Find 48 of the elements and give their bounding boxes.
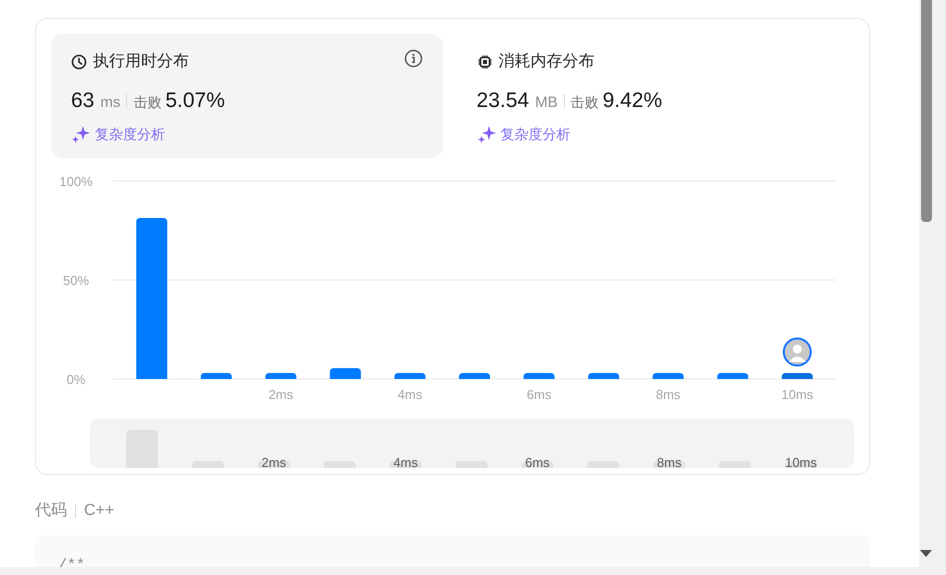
x-axis-label: 8ms [656, 387, 680, 402]
clock-icon [71, 54, 87, 70]
chart-bar[interactable] [524, 373, 555, 379]
navigator-label: 2ms [262, 455, 286, 468]
chart-bar[interactable] [652, 373, 684, 379]
range-navigator[interactable]: 2ms 4ms 6ms 8ms 10ms [90, 419, 854, 468]
scrollbar-thumb[interactable] [921, 0, 932, 222]
navigator-label: 4ms [393, 455, 418, 468]
complexity-analysis-link[interactable]: 复杂度分析 [500, 124, 571, 144]
chart-bar[interactable] [200, 373, 232, 379]
x-axis-label: 2ms [268, 387, 294, 402]
vertical-scrollbar[interactable] [919, 0, 946, 575]
x-axis-label: 6ms [526, 387, 552, 402]
complexity-analysis-link[interactable]: 复杂度分析 [95, 124, 165, 144]
chart-bar[interactable] [394, 373, 426, 379]
chart-bar[interactable] [782, 373, 813, 379]
sparkle-icon [71, 124, 90, 144]
chart-bar[interactable] [459, 373, 490, 379]
avatar-icon [782, 338, 812, 366]
x-axis-label: 4ms [398, 387, 422, 402]
y-axis-label: 100% [59, 174, 93, 189]
metric-unit: ms [100, 93, 120, 113]
chip-icon [476, 54, 493, 70]
info-icon[interactable] [404, 49, 423, 68]
language-label: C++ [84, 501, 114, 521]
sparkle-icon [476, 124, 496, 144]
stat-panel[interactable]: 执行用时分布 63 ms 击败 5.07% 复杂度分析 [51, 34, 443, 158]
beats-value: 9.42% [602, 88, 662, 114]
chart-bar[interactable] [265, 373, 296, 379]
beats-label: 击败 [570, 93, 599, 112]
y-axis-label: 50% [62, 273, 90, 288]
metric-unit: MB [535, 93, 558, 113]
navigator-label: 6ms [525, 455, 550, 468]
navigator-label: 10ms [785, 455, 817, 468]
panel-title: 执行用时分布 [93, 52, 189, 72]
metric-value: 63 [71, 88, 94, 114]
beats-value: 5.07% [165, 88, 225, 114]
y-axis-label: 0% [66, 372, 86, 387]
chart-bar[interactable] [330, 368, 361, 379]
x-axis-label: 10ms [781, 387, 814, 402]
code-label: 代码 [35, 501, 67, 521]
navigator-label: 8ms [656, 455, 682, 468]
scroll-down-icon[interactable] [919, 549, 933, 558]
chart-bar[interactable] [588, 373, 620, 379]
panel-title: 消耗内存分布 [498, 52, 595, 72]
chart-bar[interactable] [717, 373, 748, 379]
metric-value: 23.54 [476, 88, 530, 114]
beats-label: 击败 [133, 93, 162, 112]
